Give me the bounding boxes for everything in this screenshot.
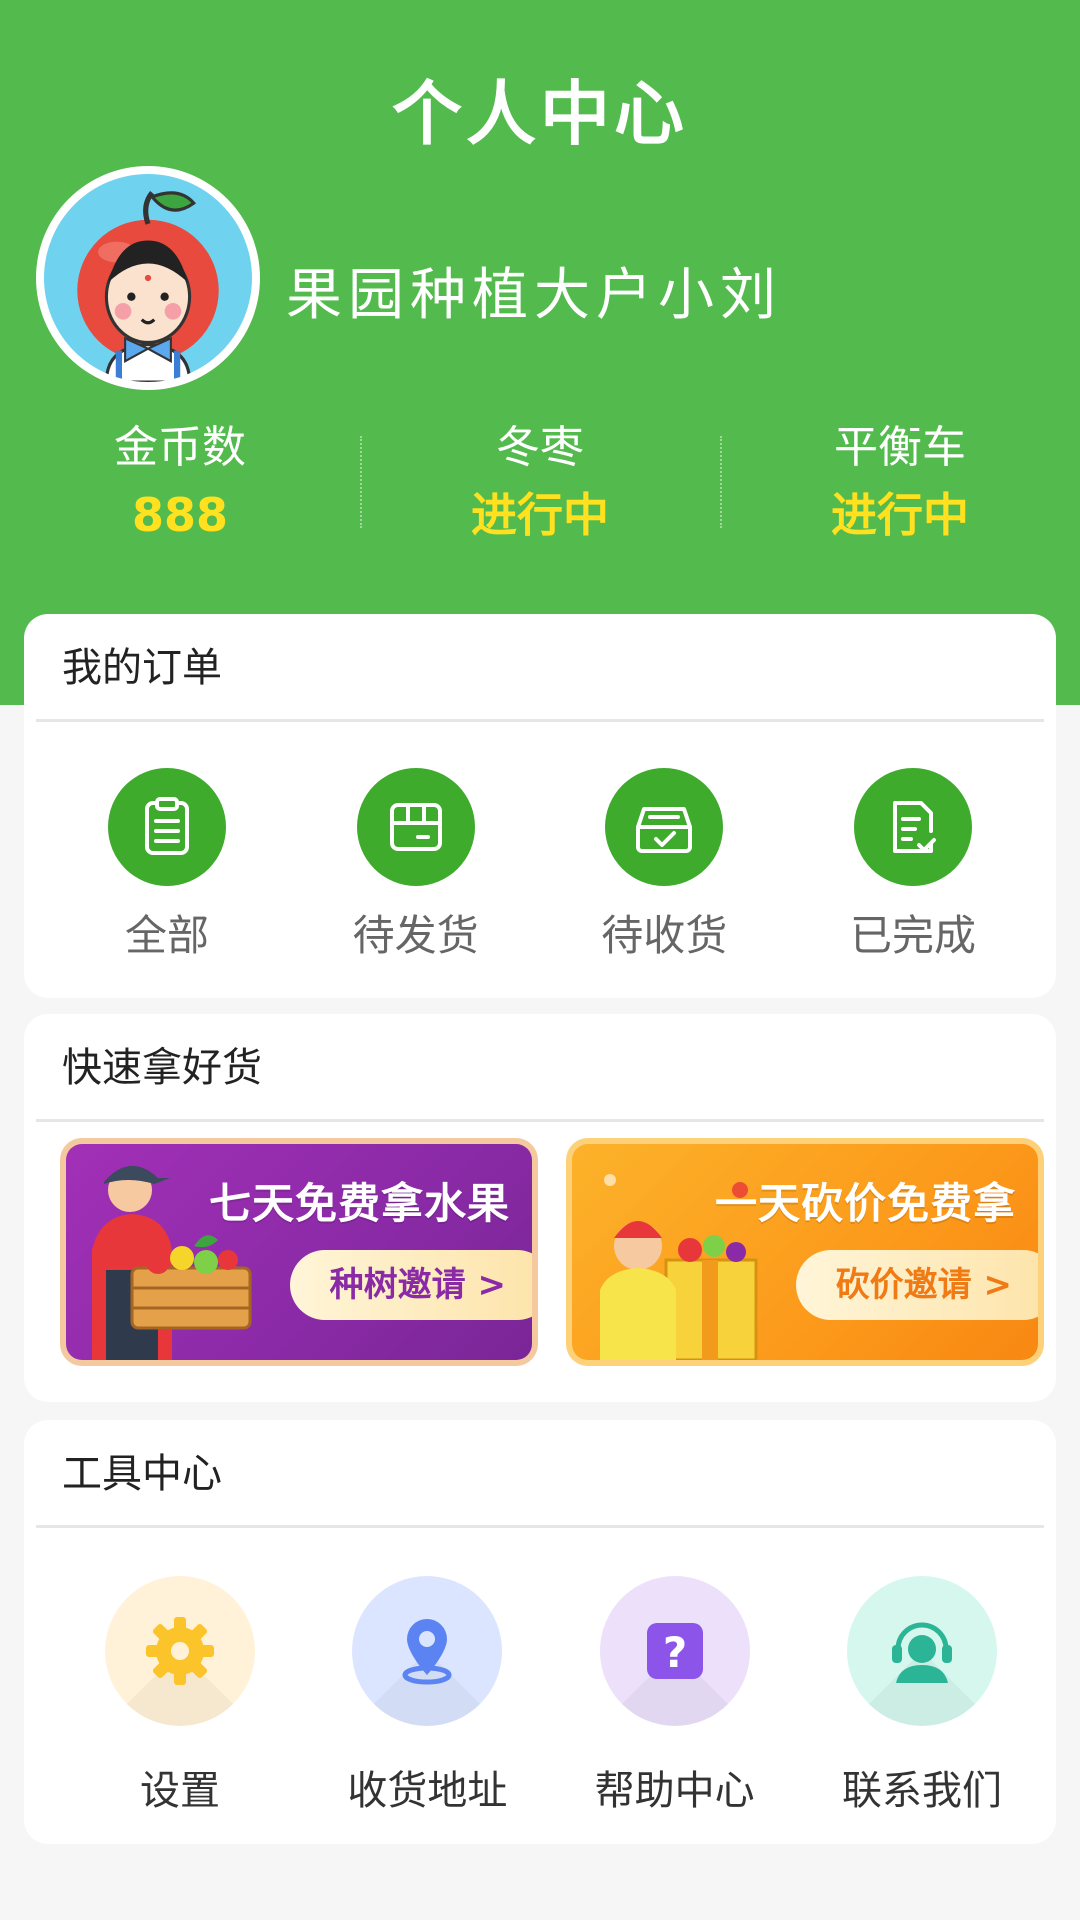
order-pending-shipment-button[interactable]: 待发货 xyxy=(301,768,531,963)
clipboard-icon xyxy=(108,768,226,886)
stat-winter-jujube[interactable]: 冬枣 进行中 xyxy=(360,418,720,548)
contact-us-button[interactable]: 联系我们 xyxy=(802,1576,1042,1816)
tools-card: 工具中心 设置 收货地址 ? 帮助中心 联系我们 xyxy=(24,1420,1056,1844)
stat-value: 888 xyxy=(131,488,229,542)
banner-title: 一天砍价免费拿 xyxy=(714,1179,1016,1228)
orders-card: 我的订单 全部 待发货 待收货 已完成 xyxy=(24,614,1056,998)
order-label: 待收货 xyxy=(601,911,728,960)
order-label: 待发货 xyxy=(352,911,479,960)
stat-label: 金币数 xyxy=(114,422,246,473)
stat-label: 冬枣 xyxy=(496,422,584,473)
inbox-check-icon xyxy=(605,768,724,886)
seven-day-free-fruit-banner[interactable]: 七天免费拿水果 种树邀请 > xyxy=(60,1138,538,1366)
tool-label: 收货地址 xyxy=(347,1768,508,1814)
stat-value: 进行中 xyxy=(471,488,609,542)
stats-bar: 金币数 888 冬枣 进行中 平衡车 进行中 xyxy=(0,418,1080,548)
tools-title: 工具中心 xyxy=(36,1420,1044,1528)
help-center-button[interactable]: ? 帮助中心 xyxy=(555,1576,795,1816)
location-pin-icon xyxy=(352,1576,503,1726)
tool-label: 联系我们 xyxy=(841,1768,1002,1814)
page-title: 个人中心 xyxy=(392,73,688,155)
orders-title: 我的订单 xyxy=(36,614,1044,722)
order-pending-receipt-button[interactable]: 待收货 xyxy=(549,768,779,963)
svg-text:?: ? xyxy=(662,1628,686,1677)
stat-value: 进行中 xyxy=(831,488,969,542)
quick-goods-card: 快速拿好货 七天免费拿水果 种树邀请 > 一天砍价免费拿 砍价邀请 > xyxy=(24,1014,1056,1402)
stat-label: 平衡车 xyxy=(834,422,966,473)
tool-label: 帮助中心 xyxy=(594,1768,755,1814)
banner-title: 七天免费拿水果 xyxy=(208,1179,510,1228)
order-label: 已完成 xyxy=(849,911,976,960)
document-check-icon xyxy=(853,768,972,886)
avatar[interactable] xyxy=(36,166,260,390)
gear-icon xyxy=(105,1576,255,1726)
customer-service-icon xyxy=(846,1576,997,1726)
stat-balance-scooter[interactable]: 平衡车 进行中 xyxy=(720,418,1080,548)
bargain-invite-button[interactable]: 砍价邀请 > xyxy=(795,1250,1038,1320)
plant-tree-invite-button[interactable]: 种树邀请 > xyxy=(289,1250,532,1320)
apple-kid-avatar-icon xyxy=(77,191,219,382)
order-all-button[interactable]: 全部 xyxy=(52,768,282,963)
order-label: 全部 xyxy=(124,911,209,960)
tool-label: 设置 xyxy=(140,1768,220,1814)
shipping-address-button[interactable]: 收货地址 xyxy=(307,1576,547,1816)
box-icon xyxy=(356,768,475,886)
question-icon: ? xyxy=(599,1576,750,1726)
stat-coins[interactable]: 金币数 888 xyxy=(0,418,360,548)
order-completed-button[interactable]: 已完成 xyxy=(798,768,1028,963)
one-day-bargain-banner[interactable]: 一天砍价免费拿 砍价邀请 > xyxy=(566,1138,1044,1366)
quick-goods-title: 快速拿好货 xyxy=(36,1014,1044,1122)
settings-button[interactable]: 设置 xyxy=(60,1576,300,1816)
username: 果园种植大户小刘 xyxy=(286,263,782,328)
